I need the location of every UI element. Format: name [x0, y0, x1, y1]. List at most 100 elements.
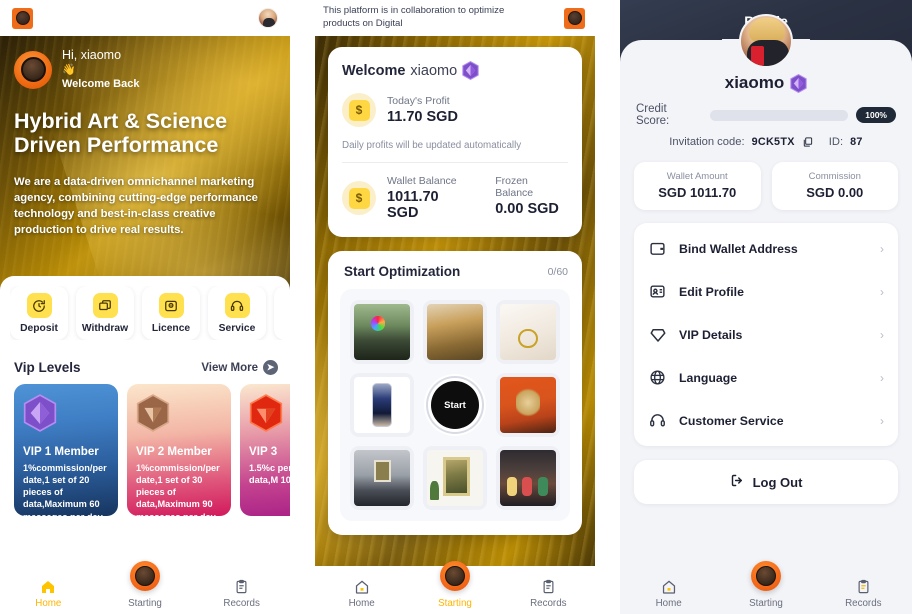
todays-profit-label: Today's Profit: [387, 95, 450, 107]
view-more-label: View More: [201, 361, 258, 374]
vip-card-name: VIP 1 Member: [23, 445, 99, 458]
product-tile[interactable]: [350, 373, 414, 437]
product-tile[interactable]: [423, 300, 487, 364]
credit-score-value: 100%: [856, 107, 896, 123]
nav-home[interactable]: Home: [0, 575, 97, 609]
wallet-balance-label: Wallet Balance: [387, 175, 457, 187]
orange-floral-photo: [500, 377, 556, 433]
vip-card[interactable]: VIP 1 Member 1%commission/per date,1 set…: [14, 384, 118, 516]
todays-profit-row: $ Today's Profit 11.70 SGD: [342, 93, 568, 127]
credit-score-row: Credit Score: 100%: [620, 103, 912, 127]
vip-hex-icon: [790, 73, 807, 93]
starting-bottom-nav: Home Starting Records: [315, 561, 595, 614]
vip-card-desc: 1.5%c per da 35 pie data,M 105 m day: [249, 463, 290, 486]
panel-gap: [290, 0, 315, 614]
profile-avatar[interactable]: [739, 14, 793, 68]
anime-figures-photo: [500, 450, 556, 506]
profile-bottom-nav: Home Starting Records: [620, 561, 912, 614]
vip-cards-rail[interactable]: VIP 1 Member 1%commission/per date,1 set…: [0, 384, 290, 516]
money-bag-icon: $: [342, 93, 376, 127]
home-topbar: [0, 0, 290, 36]
menu-item-label: Bind Wallet Address: [679, 241, 798, 256]
menu-item-customer-service[interactable]: Customer Service ›: [634, 399, 898, 442]
copy-icon[interactable]: [802, 136, 813, 148]
gold-necklace-photo: [500, 304, 556, 360]
nav-label: Home: [348, 598, 375, 609]
product-tile[interactable]: [423, 446, 487, 510]
vip-levels-title: Vip Levels: [14, 360, 81, 375]
chevron-right-icon: ›: [880, 241, 884, 256]
user-avatar-icon[interactable]: [258, 8, 278, 28]
start-optimization-card: Start Optimization 0/60 Start: [328, 251, 582, 535]
balances-row: $ Wallet Balance 1011.70 SGD Frozen Bala…: [342, 175, 568, 221]
nav-home[interactable]: Home: [620, 575, 717, 609]
hero-banner: Hi, xiaomo 👋 Welcome Back Hybrid Art & S…: [0, 36, 290, 298]
nav-starting[interactable]: Starting: [717, 561, 814, 609]
records-clipboard-icon: [193, 575, 290, 595]
welcome-title: Welcome xiaomo: [342, 61, 568, 80]
chevron-right-icon: ›: [880, 370, 884, 385]
quick-action-label: Licence: [151, 323, 191, 334]
menu-item-edit-profile[interactable]: Edit Profile ›: [634, 270, 898, 313]
quick-action-licence[interactable]: Licence: [142, 286, 200, 340]
nav-records[interactable]: Records: [502, 575, 595, 609]
product-tile[interactable]: [496, 373, 560, 437]
quick-action-deposit[interactable]: Deposit: [10, 286, 68, 340]
vip-card-desc: 1%commission/per date,1 set of 30 pieces…: [136, 463, 220, 516]
menu-item-language[interactable]: Language ›: [634, 356, 898, 399]
quick-action-withdraw[interactable]: Withdraw: [76, 286, 134, 340]
product-tile[interactable]: [496, 300, 560, 364]
headset-icon: [224, 293, 250, 318]
invitation-code: 9CK5TX: [751, 136, 795, 148]
menu-item-label: Edit Profile: [679, 284, 744, 299]
home-bottom-nav: Home Starting Records: [0, 561, 290, 614]
vip-levels-header: Vip Levels View More ➤: [0, 360, 290, 384]
product-tile[interactable]: [350, 446, 414, 510]
logout-button[interactable]: Log Out: [634, 460, 898, 504]
logout-arrow-icon: [730, 473, 745, 491]
hero-greeting: Hi, xiaomo 👋 Welcome Back: [62, 48, 139, 91]
menu-item-vip-details[interactable]: VIP Details ›: [634, 313, 898, 356]
product-tile[interactable]: [350, 300, 414, 364]
app-logo-icon[interactable]: [12, 7, 33, 29]
stat-commission[interactable]: Commission SGD 0.00: [771, 162, 898, 210]
start-button-label[interactable]: Start: [431, 381, 479, 429]
nav-records[interactable]: Records: [815, 575, 912, 609]
nav-starting[interactable]: Starting: [408, 561, 501, 609]
product-tile[interactable]: [496, 446, 560, 510]
nav-label: Starting: [128, 598, 162, 609]
welcome-balance-card: Welcome xiaomo $ Today's Profit 11.70 SGD: [328, 47, 582, 237]
quick-action-service[interactable]: Service: [208, 286, 266, 340]
starting-fab-icon[interactable]: [439, 561, 470, 591]
stat-label: Wallet Amount: [666, 171, 728, 182]
quick-actions-row: Deposit Withdraw Licence Service: [10, 286, 282, 340]
vip-card-desc: 1%commission/per date,1 set of 20 pieces…: [23, 463, 107, 516]
nav-records[interactable]: Records: [193, 575, 290, 609]
withdraw-cards-icon: [92, 293, 118, 318]
stat-value: SGD 0.00: [806, 185, 864, 200]
app-logo-icon[interactable]: [564, 7, 585, 29]
profit-note: Daily profits will be updated automatica…: [342, 140, 522, 151]
vip-hex-icon: [249, 394, 283, 432]
hero-subtitle: We are a data-driven omnichannel marketi…: [14, 175, 258, 236]
starting-fab-icon[interactable]: [750, 561, 781, 591]
stat-wallet-amount[interactable]: Wallet Amount SGD 1011.70: [634, 162, 761, 210]
quick-action-label: Withdraw: [81, 323, 129, 334]
hero-title-line1: Hybrid Art & Science: [14, 109, 228, 134]
view-more-button[interactable]: View More ➤: [201, 360, 278, 375]
vip-card[interactable]: VIP 3 1.5%c per da 35 pie data,M 105 m d…: [240, 384, 290, 516]
quick-action-overflow[interactable]: [274, 286, 282, 340]
wallet-balance-value: 1011.70 SGD: [387, 189, 439, 221]
home-icon: [620, 575, 717, 595]
stat-label: Commission: [808, 171, 861, 182]
menu-item-label: Language: [679, 370, 738, 385]
greeting-text: Hi, xiaomo: [62, 48, 122, 62]
menu-item-bind-wallet-address[interactable]: Bind Wallet Address ›: [634, 227, 898, 270]
start-optimization-button[interactable]: Start: [423, 373, 487, 437]
nav-home[interactable]: Home: [315, 575, 408, 609]
starting-fab-icon[interactable]: [129, 561, 160, 591]
nav-starting[interactable]: Starting: [97, 561, 194, 609]
quick-actions-card: Deposit Withdraw Licence Service: [0, 276, 290, 348]
profile-sheet: xiaomo Credit Score: 100% Invitation cod…: [620, 14, 912, 566]
vip-card[interactable]: VIP 2 Member 1%commission/per date,1 set…: [127, 384, 231, 516]
